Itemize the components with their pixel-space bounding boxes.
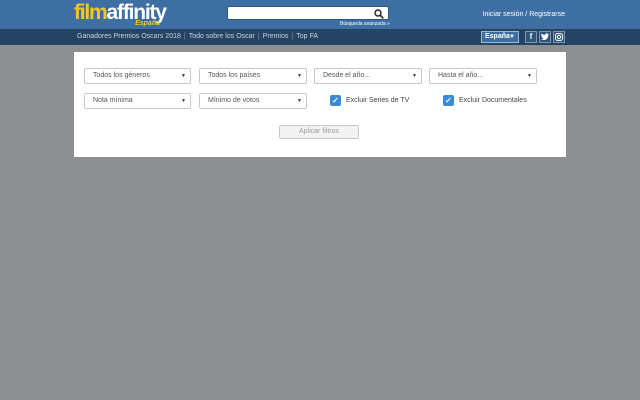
dropdown-arrow-icon: ▼	[527, 73, 532, 79]
filmaffinity-logo[interactable]: filmaffinity España	[74, 1, 168, 29]
nav-link-oscar-all[interactable]: Todo sobre los Oscar	[189, 32, 255, 42]
top-header: filmaffinity España Búsqueda avanzada » …	[0, 0, 640, 29]
nav-link-awards[interactable]: Premios	[263, 32, 289, 42]
country-selector[interactable]: España ▼	[481, 31, 519, 43]
nav-links: Ganadores Premios Oscars 2018 | Todo sobre…	[77, 32, 318, 42]
nav-separator: |	[183, 33, 186, 40]
genre-select[interactable]: Todos los géneros ▼	[84, 68, 191, 84]
nav-separator: |	[257, 33, 260, 40]
apply-filters-button[interactable]: Aplicar filtros	[279, 125, 359, 139]
chevron-down-icon: ▼	[509, 34, 515, 40]
search-input[interactable]	[227, 6, 389, 20]
exclude-tv-series-label[interactable]: Excluir Series de TV	[346, 96, 409, 105]
instagram-icon[interactable]	[553, 31, 565, 43]
advanced-search-link[interactable]: Búsqueda avanzada »	[340, 21, 390, 27]
nav-link-top-fa[interactable]: Top FA	[296, 32, 318, 42]
min-rating-value: Nota mínima	[93, 97, 133, 104]
year-from-select[interactable]: Desde el año... ▼	[314, 68, 422, 84]
year-from-value: Desde el año...	[323, 72, 371, 79]
exclude-tv-series-checkbox[interactable]: ✓	[330, 95, 341, 106]
year-to-select[interactable]: Hasta el año... ▼	[429, 68, 537, 84]
country-selector-value: España	[485, 33, 510, 40]
country-filter-value: Todos los países	[208, 72, 261, 79]
dropdown-arrow-icon: ▼	[181, 98, 186, 104]
logo-region: España	[135, 20, 160, 27]
twitter-bird-glyph	[541, 33, 549, 41]
dropdown-arrow-icon: ▼	[181, 73, 186, 79]
exclude-documentaries-checkbox[interactable]: ✓	[443, 95, 454, 106]
dropdown-arrow-icon: ▼	[412, 73, 417, 79]
genre-select-value: Todos los géneros	[93, 72, 150, 79]
country-filter-select[interactable]: Todos los países ▼	[199, 68, 307, 84]
twitter-icon[interactable]	[539, 31, 551, 43]
instagram-glyph	[555, 33, 563, 41]
exclude-documentaries-label[interactable]: Excluir Documentales	[459, 96, 527, 105]
min-votes-select[interactable]: Mínimo de votos ▼	[199, 93, 307, 109]
login-register-link[interactable]: Iniciar sesión / Registrarse	[483, 10, 565, 19]
nav-separator: |	[291, 33, 294, 40]
facebook-icon[interactable]: f	[525, 31, 537, 43]
search-icon[interactable]	[374, 9, 384, 19]
logo-film: film	[74, 1, 108, 24]
dropdown-arrow-icon: ▼	[297, 73, 302, 79]
min-votes-value: Mínimo de votos	[208, 97, 260, 104]
filter-panel: Todos los géneros ▼ Todos los países ▼ D…	[74, 52, 566, 157]
min-rating-select[interactable]: Nota mínima ▼	[84, 93, 191, 109]
dropdown-arrow-icon: ▼	[297, 98, 302, 104]
year-to-value: Hasta el año...	[438, 72, 484, 79]
nav-link-oscar-winners[interactable]: Ganadores Premios Oscars 2018	[77, 32, 181, 42]
